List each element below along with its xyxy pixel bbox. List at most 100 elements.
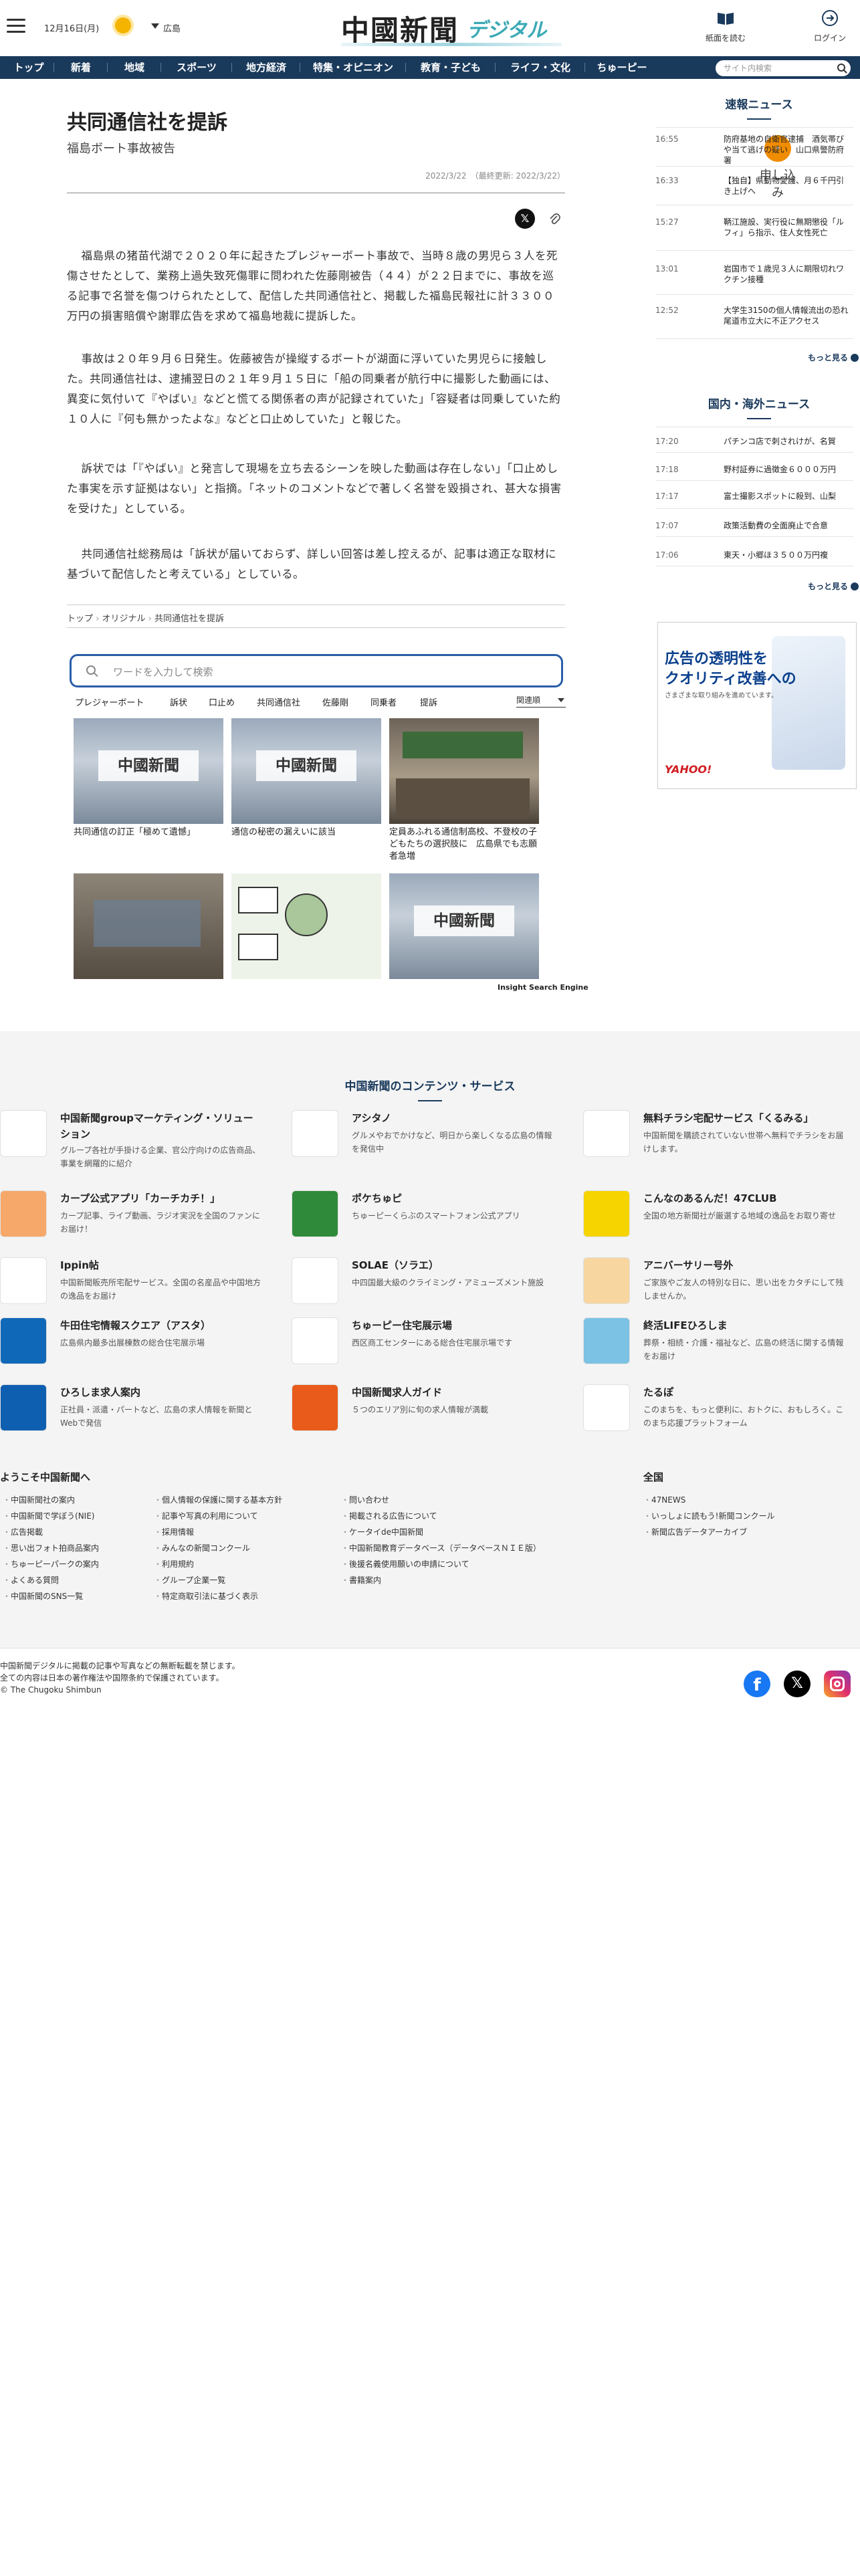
service-name[interactable]: 牛田住宅情報スクエア（アスタ）	[60, 1317, 261, 1333]
service-name[interactable]: SOLAE（ソラエ）	[352, 1257, 552, 1273]
footer-link[interactable]: グループ企業一覧	[154, 1574, 225, 1586]
tag[interactable]: 共同通信社	[257, 695, 300, 708]
footer-link[interactable]: ケータイde中国新聞	[341, 1526, 423, 1537]
footer-link[interactable]: いっしょに読もう!新聞コンクール	[643, 1510, 774, 1521]
nav-item-region[interactable]: 地域	[111, 56, 158, 79]
related-thumb-3[interactable]	[389, 718, 539, 824]
related-thumb-1[interactable]: 中國新聞	[74, 718, 223, 824]
keyword-search-input[interactable]: ワードを入力して検索	[70, 654, 563, 687]
x-icon[interactable]: 𝕏	[784, 1671, 811, 1697]
service-desc: 正社員・派遣・パートなど、広島の求人情報を新聞とWebで発信	[60, 1405, 253, 1428]
breadcrumb-current: 共同通信社を提訴	[154, 614, 225, 624]
footer-link[interactable]: 記事や写真の利用について	[154, 1510, 258, 1521]
breaking-item[interactable]: 16:55 防府基地の自衛官逮捕 酒気帯びや当て逃げの疑い 山口県警防府署	[655, 134, 856, 165]
service-name[interactable]: アシタノ	[352, 1110, 552, 1126]
breaking-item[interactable]: 13:01 岩国市で１歳児３人に期限切れワクチン接種	[655, 263, 856, 284]
world-more-link[interactable]: もっと見る	[808, 580, 859, 592]
service-name[interactable]: 無料チラシ宅配サービス「くるみる」	[643, 1110, 844, 1126]
service-name[interactable]: こんなのあるんだ！47CLUB	[643, 1190, 844, 1206]
ad-text-1: 広告の透明性を	[665, 651, 768, 667]
related-thumb-6[interactable]: 中國新聞	[389, 873, 539, 979]
related-title-1[interactable]: 共同通信の訂正「極めて遺憾」	[74, 827, 223, 839]
nav-item-opinion[interactable]: 特集・オピニオン	[304, 56, 403, 79]
nav-item-top[interactable]: トップ	[7, 56, 51, 79]
related-thumb-2[interactable]: 中國新聞	[231, 718, 381, 824]
sidebar-ad-banner[interactable]: 広告の透明性を クオリティ改善への さまざまな取り組みを進めています。 YAHO…	[657, 622, 857, 789]
link-copy-icon[interactable]	[547, 211, 562, 226]
footer-link[interactable]: 問い合わせ	[341, 1494, 389, 1505]
service-name[interactable]: 終活LIFEひろしま	[643, 1317, 844, 1333]
service-name[interactable]: Ippin帖	[60, 1257, 261, 1273]
footer-link[interactable]: 採用情報	[154, 1526, 194, 1537]
tag[interactable]: 佐藤剛	[322, 695, 348, 708]
footer-link[interactable]: 利用規約	[154, 1558, 194, 1570]
world-item[interactable]: 17:18 野村証券に過徴金６０００万円	[655, 464, 856, 477]
menu-icon[interactable]	[7, 19, 25, 33]
world-news-title: 国内・海外ニュース	[695, 395, 823, 419]
related-title-2[interactable]: 通信の秘密の漏えいに該当	[231, 827, 381, 839]
service-name[interactable]: 中国新聞groupマーケティング・ソリューション	[60, 1110, 261, 1142]
tag[interactable]: 同乗者	[370, 695, 397, 708]
breadcrumb: トップ › オリジナル › 共同通信社を提訴	[67, 614, 225, 624]
tag[interactable]: プレジャーボート	[75, 695, 144, 708]
search-icon[interactable]	[837, 64, 845, 72]
footer-link[interactable]: ちゅーピーパークの案内	[3, 1558, 99, 1570]
footer-link[interactable]: 書籍案内	[341, 1574, 381, 1586]
footer-link[interactable]: よくある質問	[3, 1574, 59, 1586]
world-item[interactable]: 17:17 富士撮影スポットに殺到、山梨	[655, 491, 856, 504]
breaking-more-link[interactable]: もっと見る	[808, 352, 859, 363]
service-name[interactable]: ひろしま求人案内	[60, 1384, 261, 1400]
footer-link[interactable]: 中国新聞で学ぼう(NIE)	[3, 1510, 94, 1521]
footer-link[interactable]: 特定商取引法に基づく表示	[154, 1590, 258, 1602]
service-name[interactable]: たるぽ	[643, 1384, 844, 1400]
footer-link[interactable]: 新聞広告データアーカイブ	[643, 1526, 747, 1537]
service-name[interactable]: カープ公式アプリ「カーチカチ！」	[60, 1190, 261, 1206]
site-logo[interactable]: 中國新聞 デジタル	[341, 7, 562, 47]
breadcrumb-top[interactable]: トップ	[67, 614, 93, 624]
footer-link[interactable]: 中国新聞のSNS一覧	[3, 1590, 83, 1602]
site-search-placeholder: サイト内検索	[724, 64, 772, 73]
footer-link[interactable]: 思い出フォト拍商品案内	[3, 1542, 99, 1553]
footer-link[interactable]: 後援名義使用願いの申請について	[341, 1558, 469, 1570]
service-name[interactable]: ポケちゅピ	[352, 1190, 552, 1206]
tag[interactable]: 口止め	[209, 695, 235, 708]
related-thumb-5[interactable]	[231, 873, 381, 979]
nav-item-sports[interactable]: スポーツ	[165, 56, 229, 79]
nav-item-chupea[interactable]: ちゅーピー	[588, 56, 655, 79]
service-name[interactable]: ちゅーピー住宅展示場	[352, 1317, 552, 1333]
nav-item-economy[interactable]: 地方経済	[235, 56, 297, 79]
sort-select[interactable]: 関連順	[516, 693, 566, 708]
breaking-item[interactable]: 12:52 大学生3150の個人情報流出の恐れ 尾道市立大に不正アクセス	[655, 305, 856, 326]
service-name[interactable]: 中国新聞求人ガイド	[352, 1384, 552, 1400]
world-item[interactable]: 17:06 東天・小郷ほ３５００万円複	[655, 550, 856, 563]
book-icon	[716, 8, 736, 28]
breaking-item[interactable]: 15:27 鞆江施設、実行役に無期懲役「ルフィ」ら指示、住人女性死亡	[655, 217, 856, 237]
footer-link[interactable]: 47NEWS	[643, 1494, 685, 1505]
nav-item-education[interactable]: 教育・子ども	[409, 56, 492, 79]
footer-link[interactable]: 個人情報の保護に関する基本方針	[154, 1494, 282, 1505]
x-share-icon[interactable]: 𝕏	[515, 209, 535, 229]
nav-item-new[interactable]: 新着	[58, 56, 104, 79]
read-paper-button[interactable]: 紙面を読む	[702, 8, 749, 43]
world-item[interactable]: 17:20 パチンコ店で刺されけが、名賀	[655, 436, 856, 449]
site-search-input[interactable]: サイト内検索	[716, 60, 851, 76]
related-title-3[interactable]: 定員あふれる通信制高校、不登校の子どもたちの選択肢に 広島県でも志願者急増	[389, 827, 539, 863]
weather-sun-icon[interactable]	[115, 17, 131, 33]
facebook-icon[interactable]: f	[744, 1671, 770, 1697]
footer-link[interactable]: 中国新聞社の案内	[3, 1494, 75, 1505]
breaking-item[interactable]: 16:33 【独自】県動物愛護、月６千円引き上げへ	[655, 175, 856, 196]
tag[interactable]: 訴状	[170, 695, 187, 708]
nav-item-life[interactable]: ライフ・文化	[499, 56, 582, 79]
footer-link[interactable]: 中国新聞教育データベース（データベースＮＩＥ版）	[341, 1542, 541, 1553]
footer-link[interactable]: みんなの新聞コンクール	[154, 1542, 250, 1553]
related-thumb-4[interactable]	[74, 873, 223, 979]
breadcrumb-original[interactable]: オリジナル	[102, 614, 146, 624]
footer-link[interactable]: 掲載される広告について	[341, 1510, 437, 1521]
area-selector[interactable]: 広島	[151, 21, 181, 34]
service-name[interactable]: アニバーサリー号外	[643, 1257, 844, 1273]
login-button[interactable]: ログイン	[807, 8, 853, 43]
footer-link[interactable]: 広告掲載	[3, 1526, 43, 1537]
tag[interactable]: 提訴	[420, 695, 437, 708]
world-item[interactable]: 17:07 政策活動費の全面廃止で合意	[655, 520, 856, 534]
instagram-icon[interactable]	[824, 1671, 851, 1697]
